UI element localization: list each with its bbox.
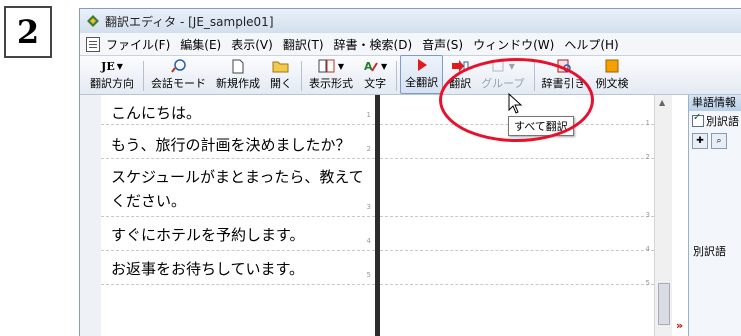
- open-button[interactable]: 開く: [266, 57, 296, 94]
- scroll-thumb[interactable]: [658, 283, 670, 325]
- sentence-number: 2: [366, 145, 371, 153]
- alt-translation-checkbox-label: 別訳語: [706, 115, 739, 128]
- dictionary-icon: [556, 57, 572, 75]
- text-button[interactable]: A ▼ 文字: [359, 57, 391, 94]
- toolbar-separator: [533, 61, 535, 91]
- alt-translation-field-label: 別訳語: [693, 245, 726, 258]
- group-icon: ▼: [491, 57, 515, 75]
- sentence-number: 4: [366, 237, 371, 245]
- toolbar-separator: [396, 61, 398, 91]
- list-item[interactable]: もう、旅行の計画を決めましたか？ 2: [101, 125, 375, 159]
- toolbar: JE ▼ 翻訳方向 会話モード 新規作成 開く ▼ 表示形式 A ▼ 文字 全翻…: [80, 55, 741, 95]
- app-icon: [86, 14, 100, 28]
- example-search-button[interactable]: 例文検: [592, 57, 633, 94]
- translate-all-label: 全翻訳: [405, 76, 439, 89]
- menu-file[interactable]: ファイル(F): [106, 36, 170, 53]
- window-title: 翻訳エディタ - [JE_sample01]: [105, 14, 274, 29]
- source-sentence: もう、旅行の計画を決めましたか？: [111, 136, 351, 154]
- group-button[interactable]: ▼ グループ: [477, 57, 528, 94]
- search-icon[interactable]: ⌕: [711, 133, 727, 149]
- source-text-pane[interactable]: こんにちは。 1 もう、旅行の計画を決めましたか？ 2 スケジュールがまとまった…: [101, 95, 375, 336]
- conversation-mode-button[interactable]: 会話モード: [147, 57, 210, 94]
- list-item[interactable]: スケジュールがまとまったら、教えてください。 3: [101, 159, 375, 217]
- translate-label: 翻訳: [449, 77, 472, 90]
- display-format-button[interactable]: ▼ 表示形式: [305, 57, 357, 94]
- step-number-badge: 2: [4, 6, 52, 58]
- checkbox-checked-icon[interactable]: [692, 112, 704, 127]
- new-document-label: 新規作成: [216, 77, 260, 90]
- menu-view[interactable]: 表示(V): [231, 36, 273, 53]
- scroll-up-icon[interactable]: ▲: [659, 98, 665, 107]
- translation-direction-button[interactable]: JE ▼ 翻訳方向: [86, 57, 138, 94]
- list-item[interactable]: こんにちは。 1: [101, 95, 375, 125]
- editor-content: こんにちは。 1 もう、旅行の計画を決めましたか？ 2 スケジュールがまとまった…: [80, 95, 741, 336]
- examples-icon: [604, 57, 620, 75]
- speech-icon: [170, 57, 187, 75]
- list-item[interactable]: 3: [380, 159, 654, 219]
- open-label: 開く: [270, 77, 292, 90]
- layout-icon: ▼: [318, 57, 344, 75]
- group-label: グループ: [481, 77, 525, 90]
- register-word-icon[interactable]: ✚: [692, 133, 708, 149]
- dictionary-lookup-button[interactable]: 辞書引き: [538, 57, 590, 94]
- source-sentence: こんにちは。: [111, 104, 202, 122]
- translate-arrow-icon: [451, 57, 469, 75]
- sentence-number: 1: [366, 111, 371, 119]
- menu-bar: ファイル(F) 編集(E) 表示(V) 翻訳(T) 辞書・検索(D) 音声(S)…: [80, 33, 741, 56]
- translation-editor-window: 翻訳エディタ - [JE_sample01] ファイル(F) 編集(E) 表示(…: [79, 8, 741, 336]
- alt-translation-checkbox[interactable]: 別訳語: [689, 111, 741, 131]
- sentence-number: 5: [366, 271, 371, 279]
- source-sentence: お返事をお待ちしています。: [111, 260, 305, 278]
- word-info-tools: ✚ ⌕: [689, 131, 741, 151]
- conversation-mode-label: 会話モード: [151, 77, 206, 90]
- word-info-panel: 単語情報 別訳語 ✚ ⌕ 別訳語: [688, 95, 741, 336]
- word-info-title: 単語情報: [689, 95, 741, 111]
- translate-all-button[interactable]: 全翻訳: [400, 55, 444, 94]
- menu-translate[interactable]: 翻訳(T): [283, 36, 324, 53]
- menu-voice[interactable]: 音声(S): [422, 36, 463, 53]
- menu-edit[interactable]: 編集(E): [180, 36, 221, 53]
- list-item[interactable]: 5: [380, 251, 654, 287]
- new-document-button[interactable]: 新規作成: [212, 57, 264, 94]
- list-item[interactable]: 4: [380, 217, 654, 253]
- vertical-scrollbar[interactable]: ▲: [654, 95, 672, 336]
- dictionary-lookup-label: 辞書引き: [541, 77, 586, 90]
- mouse-pointer-icon: [508, 92, 524, 115]
- svg-text:A: A: [364, 60, 373, 73]
- translation-direction-label: 翻訳方向: [90, 77, 134, 90]
- menu-help[interactable]: ヘルプ(H): [564, 36, 618, 53]
- translate-button[interactable]: 翻訳: [445, 57, 475, 94]
- expand-panel-icon[interactable]: »: [676, 319, 683, 332]
- font-icon: A ▼: [364, 60, 388, 73]
- toolbar-separator: [143, 61, 144, 91]
- text-label: 文字: [364, 77, 387, 90]
- source-sentence: すぐにホテルを予約します。: [111, 226, 305, 244]
- play-red-icon: [416, 56, 428, 74]
- sentence-number: 5: [645, 279, 650, 287]
- line-gutter: [80, 95, 102, 336]
- document-icon[interactable]: [86, 36, 100, 52]
- example-search-label: 例文検: [595, 77, 629, 90]
- title-bar: 翻訳エディタ - [JE_sample01]: [80, 9, 741, 33]
- sentence-number: 3: [366, 203, 371, 211]
- menu-dictionary[interactable]: 辞書・検索(D): [334, 36, 413, 53]
- toolbar-separator: [301, 61, 302, 91]
- list-item[interactable]: お返事をお待ちしています。 5: [101, 251, 375, 285]
- translate-all-tooltip: すべて翻訳: [508, 116, 574, 136]
- je-icon: JE ▼: [101, 59, 123, 73]
- list-item[interactable]: すぐにホテルを予約します。 4: [101, 217, 375, 251]
- display-format-label: 表示形式: [309, 77, 353, 90]
- folder-icon: [272, 57, 290, 75]
- source-sentence: スケジュールがまとまったら、教えてください。: [111, 168, 364, 210]
- menu-window[interactable]: ウィンドウ(W): [473, 36, 554, 53]
- new-file-icon: [232, 57, 244, 75]
